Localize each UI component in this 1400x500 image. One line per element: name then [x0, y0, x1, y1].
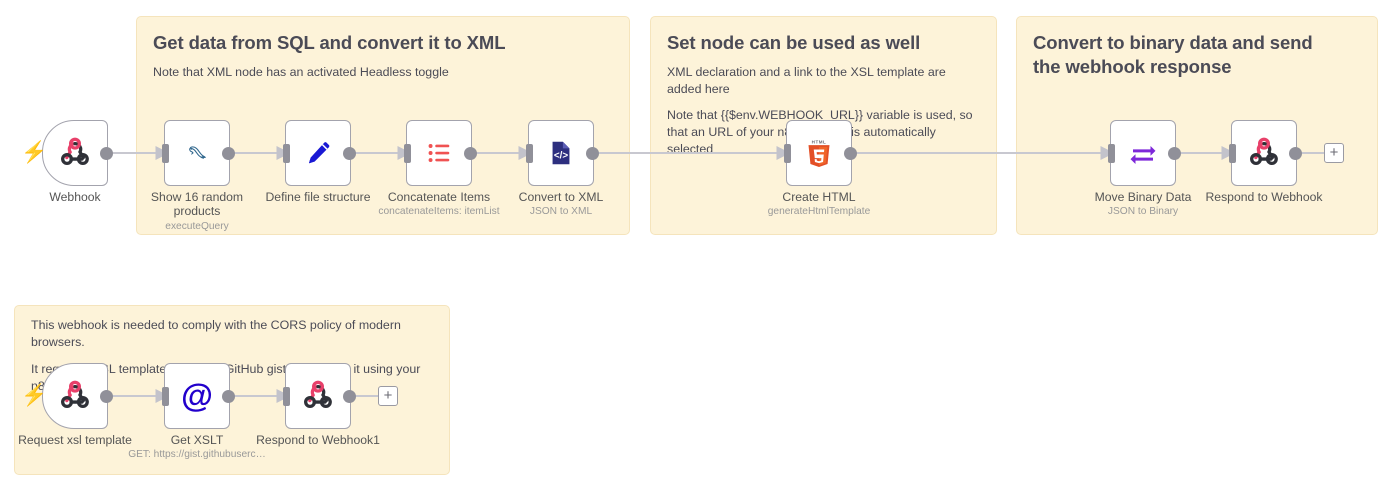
webhook-icon	[55, 133, 95, 173]
pencil-icon	[298, 133, 338, 173]
node-box[interactable]	[403, 120, 477, 186]
svg-text:@: @	[181, 378, 213, 414]
input-port[interactable]	[161, 143, 169, 163]
node-show-16-random-products[interactable]: Show 16 random products executeQuery	[151, 120, 243, 232]
output-port[interactable]	[1289, 146, 1302, 160]
node-box[interactable]: ⚡	[21, 363, 113, 429]
output-port[interactable]	[222, 389, 235, 403]
sticky-note-title: Convert to binary data and send the webh…	[1033, 32, 1313, 77]
node-box[interactable]	[161, 120, 235, 186]
output-port[interactable]	[1168, 146, 1181, 160]
input-port[interactable]	[161, 386, 169, 406]
node-box[interactable]: ⚡	[21, 120, 113, 186]
input-port[interactable]	[525, 143, 533, 163]
webhook-icon	[1244, 133, 1284, 173]
add-node-button-main[interactable]: +	[1324, 143, 1344, 163]
trigger-bolt-icon: ⚡	[21, 141, 48, 164]
node-box[interactable]: HTML	[783, 120, 857, 186]
node-concatenate-items[interactable]: Concatenate Items concatenateItems: item…	[378, 120, 500, 217]
xml-file-icon: </>	[541, 133, 581, 173]
node-define-file-structure[interactable]: Define file structure	[266, 120, 371, 204]
node-webhook[interactable]: ⚡ Webhook	[21, 120, 113, 204]
at-sign-icon: @	[177, 376, 217, 416]
node-get-xslt[interactable]: @ Get XSLT GET: https://gist.githubuserc…	[128, 363, 266, 460]
sticky-note-paragraph: This webhook is needed to comply with th…	[31, 318, 401, 350]
svg-text:HTML: HTML	[812, 139, 827, 144]
input-port[interactable]	[783, 143, 791, 163]
node-box[interactable]	[282, 120, 356, 186]
workflow-canvas[interactable]: Get data from SQL and convert it to XML …	[0, 0, 1400, 500]
add-node-button-secondary[interactable]: +	[378, 386, 398, 406]
sticky-note-title: Set node can be used as well	[667, 32, 921, 53]
input-port[interactable]	[403, 143, 411, 163]
input-port[interactable]	[1228, 143, 1236, 163]
node-box[interactable]	[1228, 120, 1302, 186]
output-port[interactable]	[100, 389, 113, 403]
item-list-icon	[419, 133, 459, 173]
node-respond-to-webhook[interactable]: Respond to Webhook	[1206, 120, 1323, 204]
sticky-note-title: Get data from SQL and convert it to XML	[153, 32, 506, 53]
output-port[interactable]	[343, 389, 356, 403]
trigger-bolt-icon: ⚡	[21, 384, 48, 407]
sticky-note-paragraph: Note that XML node has an activated Head…	[153, 64, 449, 79]
output-port[interactable]	[100, 146, 113, 160]
swap-arrows-icon	[1123, 133, 1163, 173]
webhook-icon	[298, 376, 338, 416]
node-box[interactable]	[282, 363, 356, 429]
input-port[interactable]	[282, 386, 290, 406]
input-port[interactable]	[1107, 143, 1115, 163]
node-move-binary-data[interactable]: Move Binary Data JSON to Binary	[1095, 120, 1191, 217]
output-port[interactable]	[586, 146, 599, 160]
webhook-icon	[55, 376, 95, 416]
node-convert-to-xml[interactable]: </> Convert to XML JSON to XML	[519, 120, 603, 217]
node-label-wrap: Webhook	[0, 190, 155, 204]
svg-text:</>: </>	[554, 151, 568, 162]
output-port[interactable]	[844, 146, 857, 160]
output-port[interactable]	[343, 146, 356, 160]
mysql-dolphin-icon	[177, 133, 217, 173]
html5-icon: HTML	[799, 133, 839, 173]
node-create-html[interactable]: HTML Create HTML generateHtmlTemplate	[768, 120, 870, 217]
node-box[interactable]: </>	[525, 120, 599, 186]
node-box[interactable]: @	[161, 363, 235, 429]
sticky-note-binary-response[interactable]: Convert to binary data and send the webh…	[1016, 16, 1378, 235]
node-request-xsl-template[interactable]: ⚡ Request xsl template	[18, 363, 132, 447]
node-respond-to-webhook1[interactable]: Respond to Webhook1	[256, 363, 380, 447]
node-title: Webhook	[49, 190, 101, 204]
input-port[interactable]	[282, 143, 290, 163]
output-port[interactable]	[222, 146, 235, 160]
output-port[interactable]	[464, 146, 477, 160]
node-box[interactable]	[1107, 120, 1181, 186]
sticky-note-paragraph: XML declaration and a link to the XSL te…	[667, 64, 946, 96]
